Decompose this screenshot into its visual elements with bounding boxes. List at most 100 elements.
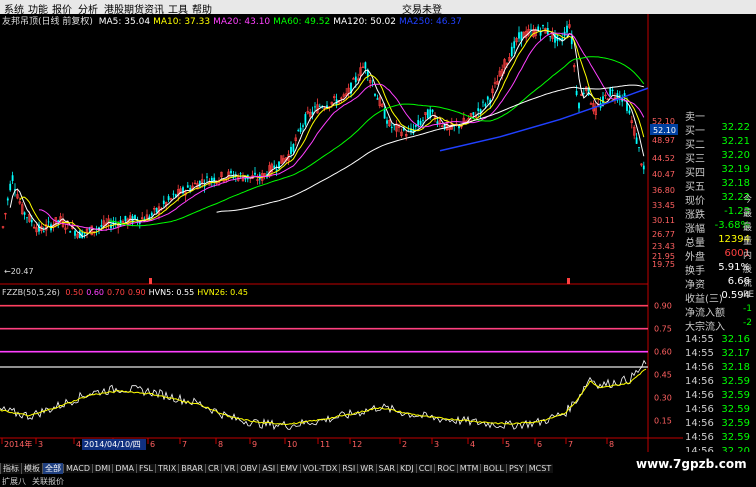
quote-extra: 股 [743, 265, 753, 275]
tab-trix[interactable]: TRIX [154, 464, 179, 473]
candle-body [484, 103, 487, 107]
tab-sar[interactable]: SAR [375, 464, 397, 473]
quote-extra: -2 [743, 318, 752, 328]
price-tick-4: 36.80 [652, 186, 675, 195]
ext-tab-0[interactable]: 扩展八 [2, 477, 26, 486]
tab-模板[interactable]: 模板 [21, 463, 42, 474]
candle-body [23, 212, 26, 215]
quote-row-0: 卖一 [683, 108, 756, 123]
quote-row-8: 涨幅 -3.68% 最 [683, 220, 756, 235]
quote-row-18: 14:56 32.18 [683, 362, 756, 376]
indicator-label-1: 0.60 [86, 288, 104, 297]
date-label-12: 3 [434, 440, 439, 449]
date-label-11: 2 [402, 440, 407, 449]
tab-psy[interactable]: PSY [505, 464, 526, 473]
date-label-17: 8 [609, 440, 614, 449]
ma20-line [39, 32, 645, 232]
quote-row-7: 涨跌 -1.23 最 [683, 206, 756, 221]
candle-body [134, 215, 136, 219]
tab-指标[interactable]: 指标 [0, 463, 21, 474]
quote-value: 32.18 [721, 362, 750, 373]
tab-boll[interactable]: BOLL [480, 464, 506, 473]
candle-body [390, 126, 393, 128]
quote-label: 买五 [685, 182, 705, 193]
candle-body [88, 228, 91, 230]
date-label-15: 6 [537, 440, 542, 449]
low-price-marker: ←20.47 [4, 267, 34, 276]
indicator-title: FZZB(50,5,26) 0.50 0.60 0.70 0.90 HVN5: 0.55… [2, 288, 248, 297]
tab-dma[interactable]: DMA [112, 464, 136, 473]
candle-body [575, 90, 578, 95]
candle-body [638, 147, 640, 148]
candle-body [414, 125, 417, 127]
quote-row-10: 外盘 6001 内 [683, 248, 756, 263]
tab-cr[interactable]: CR [205, 464, 222, 473]
tab-macd[interactable]: MACD [63, 464, 92, 473]
candle-body [239, 173, 242, 175]
chart-area[interactable]: 友邦吊顶(日线 前复权) MA5: 35.04 MA10: 37.33 MA20: … [0, 14, 683, 452]
quote-panel: 卖一 买一 32.22 买二 32.21 买三 32.20 买四 32.19 买五 32.18 现价 3… [683, 112, 756, 457]
candle-body [486, 96, 489, 100]
quote-row-9: 总量 12394 量 [683, 234, 756, 249]
candle-body [364, 62, 367, 69]
candle-body [155, 207, 158, 213]
date-label-16: 7 [568, 440, 573, 449]
quote-label: 换手 [685, 266, 705, 277]
menu-bar: 系统 功能 报价 分析 港股期货 资讯 工具 帮助 交易未登 [0, 0, 756, 16]
tab-mtm[interactable]: MTM [456, 464, 481, 473]
candle-body [230, 170, 232, 174]
candle-body [407, 129, 410, 131]
tab-vr[interactable]: VR [221, 464, 238, 473]
ma5-line [9, 29, 645, 238]
candle-body [124, 216, 127, 221]
indicator-tick-2: 0.60 [654, 348, 672, 357]
tab-obv[interactable]: OBV [237, 464, 260, 473]
ma-label-2: MA20: 43.10 [213, 17, 270, 27]
date-label-7: 9 [252, 440, 257, 449]
candle-body [11, 175, 14, 181]
quote-label: 14:56 [685, 418, 714, 429]
tab-brar[interactable]: BRAR [178, 464, 206, 473]
quote-value: 32.59 [721, 432, 750, 443]
tab-wr[interactable]: WR [357, 464, 376, 473]
candle-body [611, 89, 614, 91]
candle-body [578, 103, 580, 109]
candle-body [422, 119, 424, 121]
candle-body [100, 224, 103, 227]
candle-body [167, 196, 170, 201]
candle-body [150, 212, 153, 216]
quote-label: 买四 [685, 168, 705, 179]
candle-body [419, 120, 422, 126]
price-tick-10: 19.75 [652, 260, 675, 269]
tab-fsl[interactable]: FSL [135, 464, 155, 473]
tab-vol-tdx[interactable]: VOL-TDX [299, 464, 340, 473]
candle-body [318, 106, 321, 107]
candle-body [520, 31, 523, 41]
quote-row-17: 14:55 32.17 [683, 348, 756, 362]
quote-value: 32.59 [721, 390, 750, 401]
candle-body [302, 125, 304, 127]
candle-body [436, 121, 439, 124]
quote-row-4: 买四 32.19 [683, 164, 756, 179]
ext-tab-1[interactable]: 关联报价 [32, 477, 64, 486]
tab-rsi[interactable]: RSI [339, 464, 358, 473]
tab-mcst[interactable]: MCST [525, 464, 554, 473]
price-tick-2: 44.52 [652, 154, 675, 163]
candle-body [376, 98, 379, 100]
indicator-label-3: 0.90 [128, 288, 146, 297]
tab-asi[interactable]: ASI [259, 464, 278, 473]
quote-extra: 最 [743, 209, 753, 219]
quote-row-11: 换手 5.91% 股 [683, 262, 756, 277]
tab-kdj[interactable]: KDJ [396, 464, 416, 473]
tab-cci[interactable]: CCI [415, 464, 435, 473]
tab-dmi[interactable]: DMI [91, 464, 113, 473]
tab-roc[interactable]: ROC [434, 464, 457, 473]
quote-label: 现价 [685, 196, 705, 207]
tab-全部[interactable]: 全部 [42, 463, 63, 474]
quote-row-6: 现价 32.22 今 [683, 192, 756, 207]
quote-label: 外盘 [685, 252, 705, 263]
candle-body [609, 87, 612, 96]
quote-label: 净资 [685, 280, 705, 291]
quote-extra: 今 [743, 195, 753, 205]
tab-emv[interactable]: EMV [277, 464, 300, 473]
